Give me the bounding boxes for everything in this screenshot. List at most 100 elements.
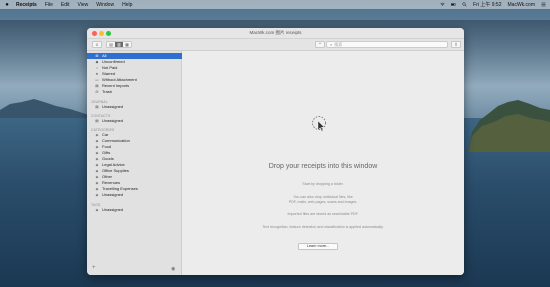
sidebar-footer: + ◉ bbox=[87, 265, 182, 273]
apple-menu-icon[interactable]: ● bbox=[4, 2, 10, 8]
menu-window[interactable]: Window bbox=[96, 2, 114, 8]
sidebar-item-category-gifts[interactable]: ◈ Gifts bbox=[87, 150, 182, 156]
sidebar-item-without-attachment[interactable]: ▭ Without Attachment bbox=[87, 77, 182, 83]
sidebar-item-icon: ⊟ bbox=[95, 89, 99, 94]
menu-bar-clock[interactable]: Fri 上午 9:52 bbox=[473, 1, 501, 8]
tag-icon: ◈ bbox=[95, 138, 99, 143]
sidebar-item-category-unassigned[interactable]: ◈ Unassigned bbox=[87, 192, 182, 198]
drop-hint-line: Start by dropping a folder. bbox=[302, 182, 344, 186]
sidebar-item-category-revenues[interactable]: ◈ Revenues bbox=[87, 180, 182, 186]
view-mode-split-button[interactable]: ▥ bbox=[115, 42, 123, 47]
search-spotlight-icon[interactable] bbox=[462, 2, 467, 7]
sidebar-item-category-goods[interactable]: ◈ Goods bbox=[87, 156, 182, 162]
drop-area[interactable]: Drop your receipts into this window Star… bbox=[182, 51, 464, 275]
sidebar-item-label: Unconfirmed bbox=[102, 59, 125, 65]
sidebar-item-label: Unassigned bbox=[102, 192, 124, 198]
sidebar-item-label: Goods bbox=[102, 156, 114, 162]
sidebar-item-category-communication[interactable]: ◈ Communication bbox=[87, 138, 182, 144]
menu-app-name[interactable]: Receipts bbox=[16, 2, 37, 8]
sidebar-item-journal-unassigned[interactable]: ▤ Unassigned bbox=[87, 104, 182, 110]
drop-cursor-icon bbox=[312, 116, 326, 132]
desktop-island-left bbox=[0, 99, 92, 118]
sidebar-item-icon: ▤ bbox=[95, 104, 99, 109]
desktop-island-right bbox=[468, 100, 550, 152]
sidebar-item-category-office-supplies[interactable]: ◈ Office Supplies bbox=[87, 168, 182, 174]
sidebar-item-contacts-unassigned[interactable]: ▤ Unassigned bbox=[87, 118, 182, 124]
sidebar-toggle-button[interactable]: ≡ bbox=[92, 41, 102, 48]
tag-icon: ◈ bbox=[95, 186, 99, 191]
tag-icon: ◈ bbox=[95, 180, 99, 185]
eye-icon[interactable]: ◉ bbox=[171, 266, 175, 272]
sidebar-item-recent-imports[interactable]: ▤ Recent Imports bbox=[87, 83, 182, 89]
tag-icon: ◈ bbox=[95, 192, 99, 197]
sidebar-item-label: Gifts bbox=[102, 150, 111, 156]
sidebar-item-icon: ○ bbox=[95, 65, 99, 70]
menu-help[interactable]: Help bbox=[122, 2, 132, 8]
sidebar-item-label: Trash bbox=[102, 89, 113, 95]
sidebar-item-label: Communication bbox=[102, 138, 130, 144]
menu-bar-status: Fri 上午 9:52 MacWk.com bbox=[440, 1, 546, 8]
filter-options-icon: ⌃ bbox=[318, 42, 322, 47]
sidebar-item-label: Food bbox=[102, 144, 112, 150]
view-mode-grid-button[interactable]: ▦ bbox=[123, 42, 131, 47]
window-title: MacWk.com 图片 receipts bbox=[249, 30, 302, 35]
sidebar-item-unconfirmed[interactable]: ◆ Unconfirmed bbox=[87, 59, 182, 65]
drop-hint-line: PDF, mails, web pages, scans and images. bbox=[288, 200, 358, 204]
wifi-icon[interactable] bbox=[440, 2, 445, 7]
sidebar-item-starred[interactable]: ★ Starred bbox=[87, 71, 182, 77]
view-mode-segmented-control: ▤ ▥ ▦ bbox=[106, 41, 132, 48]
search-placeholder: 搜索 bbox=[334, 42, 343, 47]
share-icon: ⇪ bbox=[454, 42, 458, 47]
sidebar: ⊞ All ◆ Unconfirmed ○ Not Paid ★ Starred ▭ Wi… bbox=[87, 51, 182, 275]
sidebar-item-label: Starred bbox=[102, 71, 116, 77]
tag-icon: ◈ bbox=[95, 132, 99, 137]
battery-icon[interactable] bbox=[451, 2, 456, 7]
filter-button[interactable]: ⌃ bbox=[315, 41, 325, 48]
sidebar-item-category-food[interactable]: ◈ Food bbox=[87, 144, 182, 150]
sidebar-item-label: Without Attachment bbox=[102, 77, 137, 83]
sidebar-item-icon: ★ bbox=[95, 71, 99, 76]
tag-icon: ◈ bbox=[95, 174, 99, 179]
sidebar-item-icon: ▤ bbox=[95, 83, 99, 88]
filter-icon: ≡ bbox=[95, 42, 99, 47]
sidebar-item-trash[interactable]: ⊟ Trash bbox=[87, 89, 182, 95]
add-icon[interactable]: + bbox=[92, 265, 96, 271]
menu-bar-user[interactable]: MacWk.com bbox=[508, 2, 536, 8]
tag-icon: ◈ bbox=[95, 156, 99, 161]
sidebar-item-label: Travelling Expenses bbox=[102, 186, 138, 192]
drop-hint-line: Text recognition, feature detection and … bbox=[262, 225, 384, 229]
learn-more-button[interactable]: Learn more... bbox=[298, 243, 338, 250]
sidebar-item-category-legal-advice[interactable]: ◈ Legal Advice bbox=[87, 162, 182, 168]
menu-bar: ● Receipts File Edit View Window Help Fr… bbox=[0, 0, 550, 9]
tag-icon: ◈ bbox=[95, 162, 99, 167]
sidebar-item-icon: ▤ bbox=[95, 118, 99, 123]
menu-file[interactable]: File bbox=[45, 2, 53, 8]
sidebar-item-label: Recent Imports bbox=[102, 83, 130, 89]
tag-icon: ◈ bbox=[95, 168, 99, 173]
receipts-window: MacWk.com 图片 receipts ≡ ▤ ▥ ▦ ⌃ ⌕ 搜索 ⇪ ⊞ A… bbox=[87, 28, 464, 275]
menu-view[interactable]: View bbox=[78, 2, 89, 8]
sidebar-item-category-other[interactable]: ◈ Other bbox=[87, 174, 182, 180]
notification-center-icon[interactable] bbox=[541, 2, 546, 7]
drop-title: Drop your receipts into this window bbox=[268, 163, 378, 170]
search-input[interactable]: ⌕ 搜索 bbox=[326, 41, 448, 48]
tag-icon: ◈ bbox=[95, 207, 99, 212]
window-titlebar[interactable]: MacWk.com 图片 receipts bbox=[87, 28, 464, 39]
sidebar-item-label: Revenues bbox=[102, 180, 121, 186]
menu-edit[interactable]: Edit bbox=[61, 2, 70, 8]
sidebar-item-icon: ▭ bbox=[95, 77, 99, 82]
sidebar-item-category-car[interactable]: ◈ Car bbox=[87, 132, 182, 138]
sidebar-item-tags-unassigned[interactable]: ◈ Unassigned bbox=[87, 207, 182, 213]
sidebar-item-label: Not Paid bbox=[102, 65, 118, 71]
sidebar-item-label: Car bbox=[102, 132, 109, 138]
sidebar-item-category-travelling-expenses[interactable]: ◈ Travelling Expenses bbox=[87, 186, 182, 192]
sidebar-item-label: Office Supplies bbox=[102, 168, 129, 174]
sidebar-item-all[interactable]: ⊞ All bbox=[87, 53, 182, 59]
window-toolbar: ≡ ▤ ▥ ▦ ⌃ ⌕ 搜索 ⇪ bbox=[87, 39, 464, 51]
sidebar-item-not-paid[interactable]: ○ Not Paid bbox=[87, 65, 182, 71]
share-button[interactable]: ⇪ bbox=[451, 41, 461, 48]
sidebar-item-label: Unassigned bbox=[102, 207, 124, 213]
search-icon: ⌕ bbox=[330, 42, 333, 47]
view-mode-list-button[interactable]: ▤ bbox=[107, 42, 115, 47]
sidebar-item-label: Other bbox=[102, 174, 113, 180]
